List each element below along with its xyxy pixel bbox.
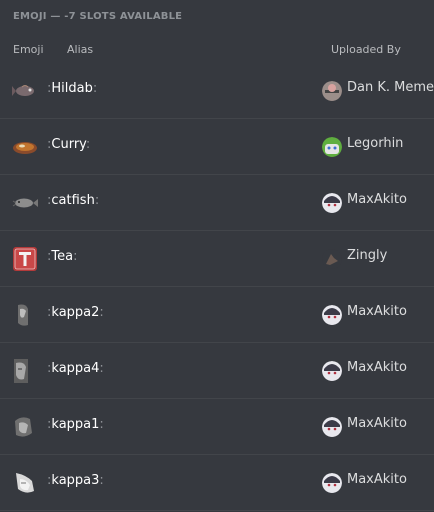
emoji-alias[interactable]: :kappa1: <box>47 417 104 432</box>
uploader-name: MaxAkito <box>347 304 407 319</box>
avatar-icon <box>322 417 342 437</box>
emoji-alias[interactable]: :kappa3: <box>47 473 104 488</box>
emoji-alias[interactable]: :kappa2: <box>47 305 104 320</box>
kappa-face-icon <box>16 473 34 493</box>
uploader-name: MaxAkito <box>347 192 407 207</box>
kappa-face-icon <box>15 417 32 437</box>
emoji-alias-text: kappa3 <box>51 473 100 488</box>
emoji-alias-text: Hildab <box>51 81 93 96</box>
emoji-alias-text: Curry <box>51 137 86 152</box>
emoji-alias-text: kappa4 <box>51 361 100 376</box>
t-letter-icon <box>13 247 37 271</box>
avatar-icon <box>322 193 342 213</box>
avatar-icon <box>322 137 342 157</box>
uploader-name: MaxAkito <box>347 416 407 431</box>
emoji-alias-text: kappa2 <box>51 305 100 320</box>
emoji-list: :Hildab: Dan K. Meme :Curry: Legorhin:c… <box>0 63 434 511</box>
column-header-uploaded-by: Uploaded By <box>331 43 401 56</box>
emoji-alias[interactable]: :Tea: <box>47 249 77 264</box>
emoji-row[interactable]: :Hildab: Dan K. Meme <box>0 63 434 119</box>
emoji-alias[interactable]: :Curry: <box>47 137 90 152</box>
avatar-icon <box>322 473 342 493</box>
catfish-icon <box>12 198 38 208</box>
column-header-alias: Alias <box>67 43 94 56</box>
emoji-row[interactable]: :catfish: MaxAkito <box>0 175 434 231</box>
avatar-icon <box>322 361 342 381</box>
uploader-name: Zingly <box>347 248 388 263</box>
emoji-row[interactable]: :kappa4: MaxAkito <box>0 343 434 399</box>
uploader-name: Legorhin <box>347 136 404 151</box>
emoji-row[interactable]: :Curry: Legorhin <box>0 119 434 175</box>
emoji-alias-text: kappa1 <box>51 417 100 432</box>
kappa-face-icon <box>14 359 28 383</box>
emoji-alias-text: catfish <box>51 193 95 208</box>
section-title: EMOJI — -7 SLOTS AVAILABLE <box>13 11 183 22</box>
avatar-icon <box>322 81 342 101</box>
emoji-alias-text: Tea <box>51 249 74 264</box>
emoji-row[interactable]: :Tea: Zingly <box>0 231 434 287</box>
uploader-name: MaxAkito <box>347 360 407 375</box>
kappa-face-icon <box>18 304 28 326</box>
emoji-alias[interactable]: :Hildab: <box>47 81 97 96</box>
uploader-name: Dan K. Meme <box>347 80 434 95</box>
column-headers: Emoji Alias Uploaded By <box>0 43 434 57</box>
emoji-alias[interactable]: :catfish: <box>47 193 99 208</box>
avatar-icon <box>322 249 342 269</box>
avatar-icon <box>322 305 342 325</box>
uploader-name: MaxAkito <box>347 472 407 487</box>
emoji-alias[interactable]: :kappa4: <box>47 361 104 376</box>
column-header-emoji: Emoji <box>13 43 44 56</box>
curry-bowl-icon <box>13 142 37 154</box>
emoji-row[interactable]: :kappa1: MaxAkito <box>0 399 434 455</box>
emoji-row[interactable]: :kappa3: MaxAkito <box>0 455 434 511</box>
fish-icon <box>12 85 34 96</box>
emoji-row[interactable]: :kappa2: MaxAkito <box>0 287 434 343</box>
